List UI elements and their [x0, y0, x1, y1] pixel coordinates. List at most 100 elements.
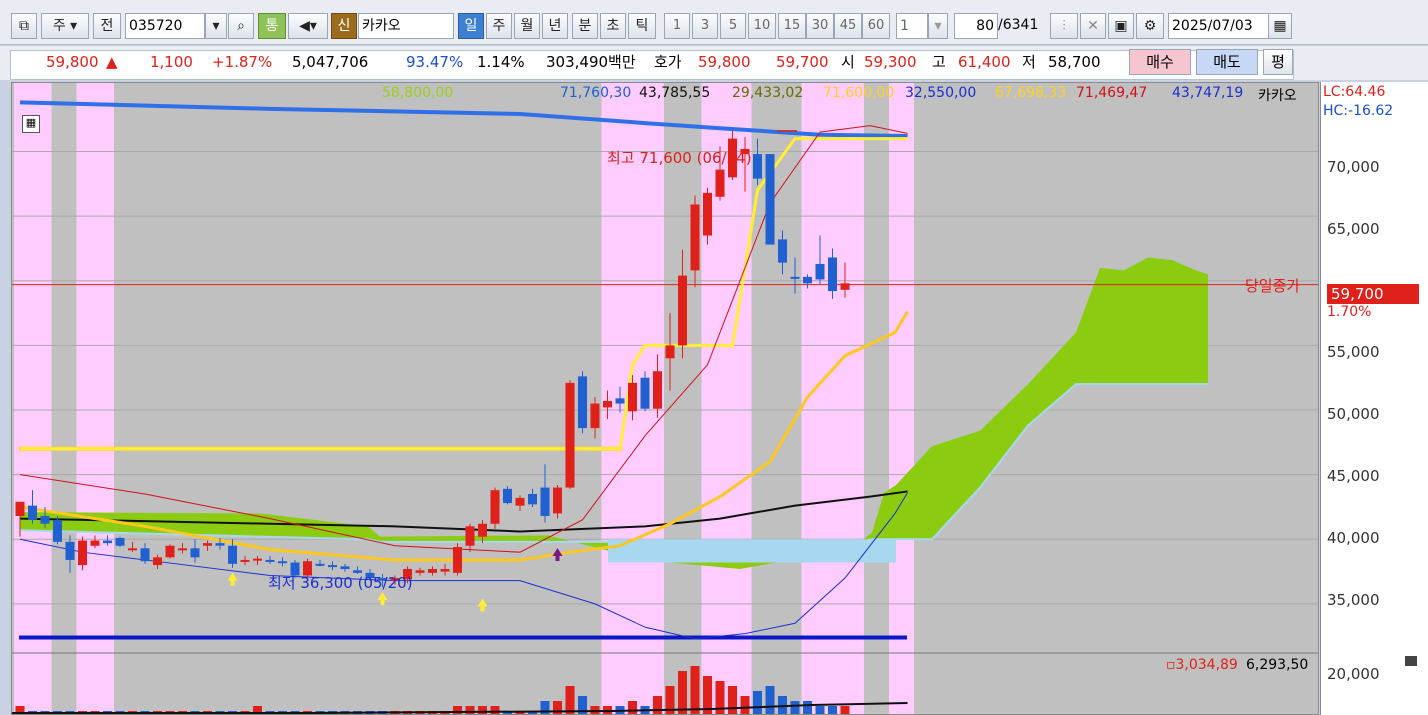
ytick-55000: 55,000: [1327, 343, 1380, 361]
crosshair-icon[interactable]: ✕: [1080, 13, 1106, 39]
candle-body: [753, 154, 762, 179]
calendar-icon[interactable]: ▦: [1268, 13, 1292, 39]
tab-minute[interactable]: 분: [572, 13, 598, 39]
candle-body: [565, 382, 575, 488]
unit-dropdown-icon[interactable]: ▾: [928, 13, 948, 39]
candle-body: [790, 276, 800, 279]
interval-3[interactable]: 3: [692, 13, 718, 39]
volume-bar: [740, 696, 750, 714]
volume-bar: [753, 691, 762, 714]
candle-body: [440, 568, 450, 572]
count-input[interactable]: 80: [954, 13, 998, 39]
interval-30[interactable]: 30: [806, 13, 834, 39]
bid-price: 59,700: [776, 53, 829, 71]
sin-button[interactable]: 신: [331, 13, 357, 39]
candle-body: [453, 547, 462, 573]
volume-bar: [653, 696, 662, 714]
tong-button[interactable]: 통: [258, 13, 286, 39]
highlight-band: [889, 83, 914, 714]
candle-body: [115, 537, 125, 546]
ytick-40000: 40,000: [1327, 529, 1380, 547]
layout-icon[interactable]: ⧉: [11, 13, 37, 39]
eval-button[interactable]: 평: [1263, 49, 1293, 75]
sell-button[interactable]: 매도: [1196, 49, 1258, 75]
highlight-band: [701, 83, 752, 714]
search-icon[interactable]: ⌕: [228, 13, 254, 39]
volume-ratio: 93.47%: [406, 53, 464, 71]
candle-body: [203, 543, 212, 546]
candle-body: [265, 559, 275, 562]
ma-legend-2: 71,760,30: [560, 85, 632, 101]
stock-name-field[interactable]: 카카오: [358, 13, 454, 39]
tab-day[interactable]: 일: [458, 13, 484, 39]
ma-legend-9: 43,747,19: [1172, 85, 1244, 101]
code-dropdown-icon[interactable]: ▾: [205, 13, 227, 39]
speaker-icon[interactable]: ◀▾: [288, 13, 328, 39]
candle-body: [65, 541, 75, 560]
volume-bar: [803, 701, 812, 714]
price-chart[interactable]: ▦ 58,800,00 71,760,30 43,785,55 29,433,0…: [11, 82, 1319, 715]
interval-60[interactable]: 60: [862, 13, 890, 39]
signal-arrow-icon: [552, 548, 563, 562]
price-axis: LC:64.46 HC:-16.62 59,700 1.70% 70,000 6…: [1320, 82, 1428, 715]
interval-10[interactable]: 10: [748, 13, 776, 39]
candle-body: [490, 490, 500, 524]
candle-body: [653, 371, 662, 409]
hc-label: HC:-16.62: [1323, 103, 1394, 119]
high-annotation: 최고 71,600 (06/24): [607, 149, 752, 167]
tab-year[interactable]: 년: [542, 13, 568, 39]
hoga-label: 호가: [654, 53, 682, 71]
high-label: 고: [932, 53, 946, 71]
candle-body: [765, 154, 775, 245]
jeon-button[interactable]: 전: [93, 13, 121, 39]
axis-minimize-icon[interactable]: [1405, 656, 1417, 666]
chart-stock-name: 카카오: [1258, 88, 1297, 104]
interval-15[interactable]: 15: [778, 13, 806, 39]
close-pct: 1.70%: [1327, 304, 1372, 320]
tab-second[interactable]: 초: [600, 13, 626, 39]
buy-button[interactable]: 매수: [1129, 49, 1191, 75]
volume-bar: [453, 706, 462, 714]
candle-body: [90, 540, 100, 546]
candle-body: [503, 488, 512, 504]
period-dropdown[interactable]: 주 ▾: [41, 13, 89, 39]
settings-gear-icon[interactable]: ⚙: [1136, 13, 1164, 39]
candle-body: [703, 192, 712, 236]
candle-body: [190, 548, 200, 558]
ma-legend-5: 71,600,00: [823, 85, 895, 101]
period-label: 주: [52, 18, 66, 34]
interval-1[interactable]: 1: [664, 13, 690, 39]
date-input[interactable]: 2025/07/03: [1168, 13, 1270, 39]
highlight-band: [76, 83, 114, 714]
candle-body: [178, 548, 187, 551]
stock-code-input[interactable]: 035720: [125, 13, 205, 39]
save-icon[interactable]: ▣: [1108, 13, 1134, 39]
signal-arrow-icon: [227, 572, 238, 586]
candle-body: [515, 497, 525, 506]
candle-body: [78, 540, 87, 566]
unit-input[interactable]: 1: [896, 13, 928, 39]
tab-tick[interactable]: 틱: [628, 13, 656, 39]
candle-body: [665, 345, 675, 359]
interval-45[interactable]: 45: [834, 13, 862, 39]
ma-legend-6: 32,550,00: [905, 85, 977, 101]
tab-month[interactable]: 월: [514, 13, 540, 39]
candle-body: [528, 494, 537, 505]
close-label: 당일종가: [1245, 277, 1301, 295]
interval-5[interactable]: 5: [720, 13, 746, 39]
ma-legend-4: 29,433,02: [732, 85, 804, 101]
tab-week[interactable]: 주: [486, 13, 512, 39]
open-price: 59,300: [864, 53, 917, 71]
candle-body: [28, 505, 37, 520]
volume-bar: [540, 701, 550, 714]
ma-legend-8: 71,469,47: [1076, 85, 1148, 101]
chart-grid-icon[interactable]: ▦: [22, 115, 40, 133]
ma-legend-1: 58,800,00: [382, 85, 454, 101]
candle-body: [640, 377, 650, 409]
volume-bar: [465, 706, 475, 714]
low-label: 저: [1022, 53, 1036, 71]
candle-icon[interactable]: ⫶: [1050, 13, 1078, 39]
candle-body: [628, 382, 637, 412]
candle-body: [240, 559, 250, 562]
candle-body: [40, 515, 50, 524]
